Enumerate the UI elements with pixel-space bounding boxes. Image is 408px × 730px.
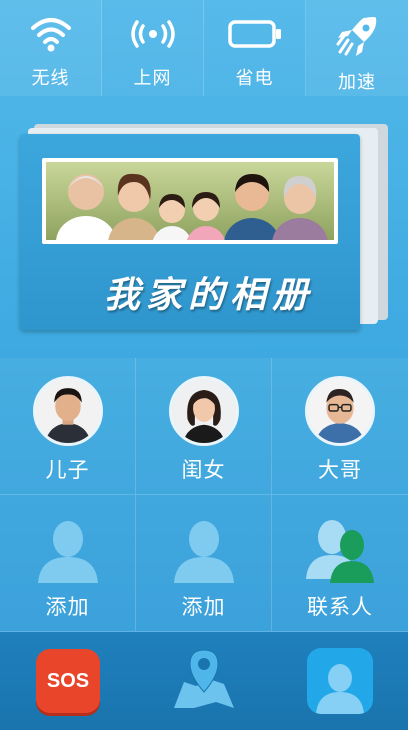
contact-elder-brother[interactable]: 大哥 xyxy=(272,358,408,495)
avatar xyxy=(168,376,239,446)
contact-name: 儿子 xyxy=(45,458,90,482)
add-contact-button[interactable]: 添加 xyxy=(136,495,272,632)
avatar xyxy=(305,376,375,446)
toggle-boost[interactable]: 加速 xyxy=(306,0,408,96)
rocket-icon xyxy=(334,14,380,58)
album-title: 我家的相册 xyxy=(104,274,315,316)
toggle-label: 无线 xyxy=(31,68,70,89)
album-cover[interactable]: 我家的相册 xyxy=(20,134,360,330)
signal-icon xyxy=(127,14,179,54)
toggle-network[interactable]: 上网 xyxy=(102,0,204,96)
add-label: 添加 xyxy=(45,595,90,619)
toggle-wifi[interactable]: 无线 xyxy=(0,0,102,96)
contact-name: 闺女 xyxy=(181,458,226,482)
sos-label: SOS xyxy=(46,669,90,692)
add-contact-button[interactable]: 添加 xyxy=(0,495,136,632)
quick-settings-bar: 无线 上网 省电 加速 xyxy=(0,0,408,96)
contact-daughter[interactable]: 闺女 xyxy=(136,358,272,495)
toggle-power-save[interactable]: 省电 xyxy=(204,0,306,96)
battery-icon xyxy=(227,14,283,54)
contacts-grid: 儿子 闺女 大哥 添加 添加 联系人 xyxy=(0,358,408,632)
album-photo xyxy=(42,158,338,244)
bottom-dock: SOS xyxy=(0,632,408,730)
avatar xyxy=(32,376,103,446)
contacts-label: 联系人 xyxy=(307,595,373,619)
add-label: 添加 xyxy=(181,595,226,619)
map-location-icon xyxy=(172,646,236,716)
add-person-icon xyxy=(32,513,104,583)
contact-book-button[interactable] xyxy=(304,645,376,717)
wifi-icon xyxy=(29,14,73,54)
sos-button[interactable]: SOS xyxy=(32,645,104,717)
toggle-label: 加速 xyxy=(338,72,376,93)
add-person-icon xyxy=(168,513,240,583)
sos-icon: SOS xyxy=(36,649,100,713)
contacts-button[interactable]: 联系人 xyxy=(272,495,408,632)
toggle-label: 省电 xyxy=(235,68,274,89)
contact-son[interactable]: 儿子 xyxy=(0,358,136,495)
location-button[interactable] xyxy=(168,645,240,717)
contact-icon xyxy=(307,648,373,714)
family-album[interactable]: 我家的相册 xyxy=(0,96,408,360)
contacts-icon xyxy=(304,513,376,583)
toggle-label: 上网 xyxy=(133,68,172,89)
contact-name: 大哥 xyxy=(318,458,362,482)
